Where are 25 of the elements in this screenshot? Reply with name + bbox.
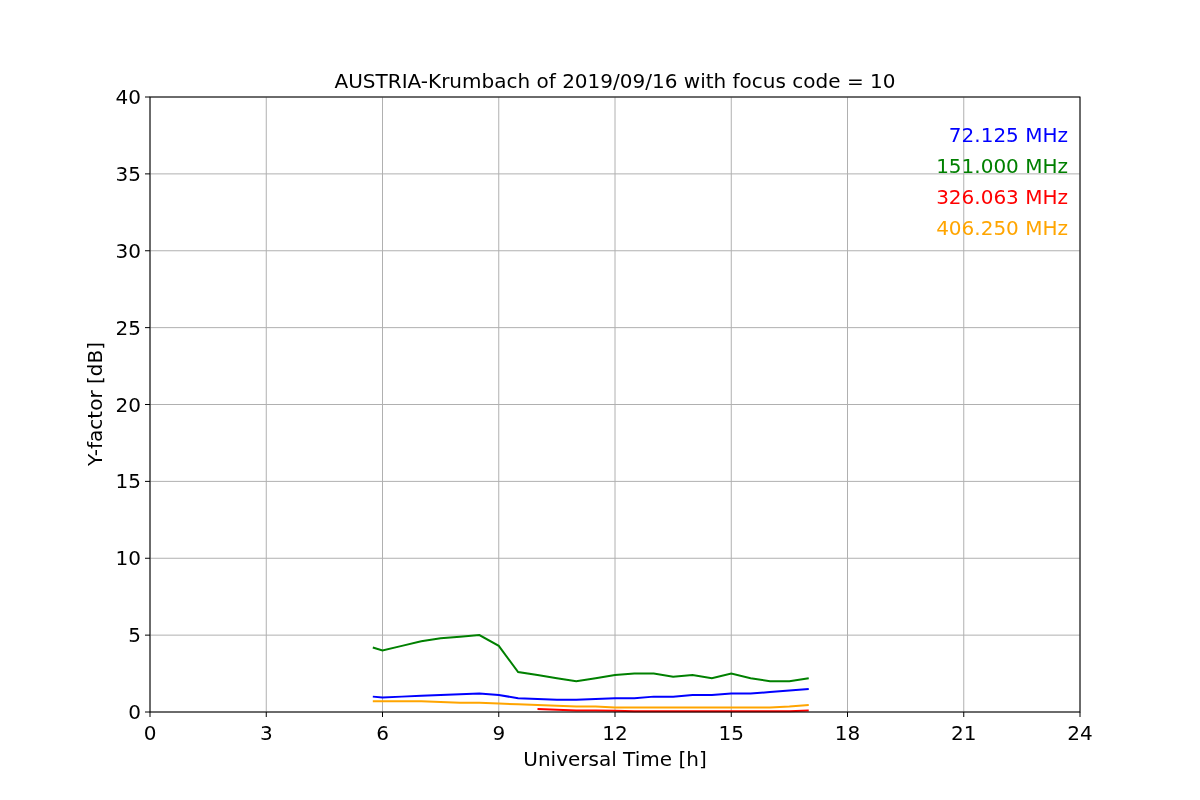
tick-label: 15 — [115, 469, 141, 494]
tick-label: 10 — [115, 546, 141, 571]
tick-label: 0 — [143, 721, 157, 745]
tick-label: 40 — [115, 85, 141, 109]
y-axis-label: Y-factor [dB] — [83, 342, 107, 466]
legend-label: 326.063 MHz — [936, 185, 1068, 209]
x-axis-label: Universal Time [h] — [523, 747, 707, 771]
tick-label: 5 — [128, 623, 141, 648]
tick-label: 18 — [834, 721, 861, 745]
legend-label: 406.250 MHz — [936, 216, 1068, 240]
tick-label: 24 — [1067, 721, 1093, 745]
tick-label: 21 — [951, 721, 977, 745]
legend-label: 72.125 MHz — [948, 123, 1068, 147]
tick-label: 3 — [259, 721, 273, 745]
tick-label: 12 — [602, 721, 628, 745]
tick-label: 6 — [376, 721, 389, 745]
tick-label: 35 — [115, 161, 141, 186]
tick-label: 25 — [115, 315, 141, 340]
tick-label: 20 — [115, 392, 141, 417]
tick-label: 9 — [492, 721, 506, 745]
tick-label: 15 — [718, 721, 744, 745]
chart-title: AUSTRIA-Krumbach of 2019/09/16 with focus code = 10 — [334, 69, 896, 93]
legend-label: 151.000 MHz — [936, 154, 1068, 178]
tick-label: 0 — [128, 700, 141, 724]
tick-label: 30 — [115, 238, 141, 263]
